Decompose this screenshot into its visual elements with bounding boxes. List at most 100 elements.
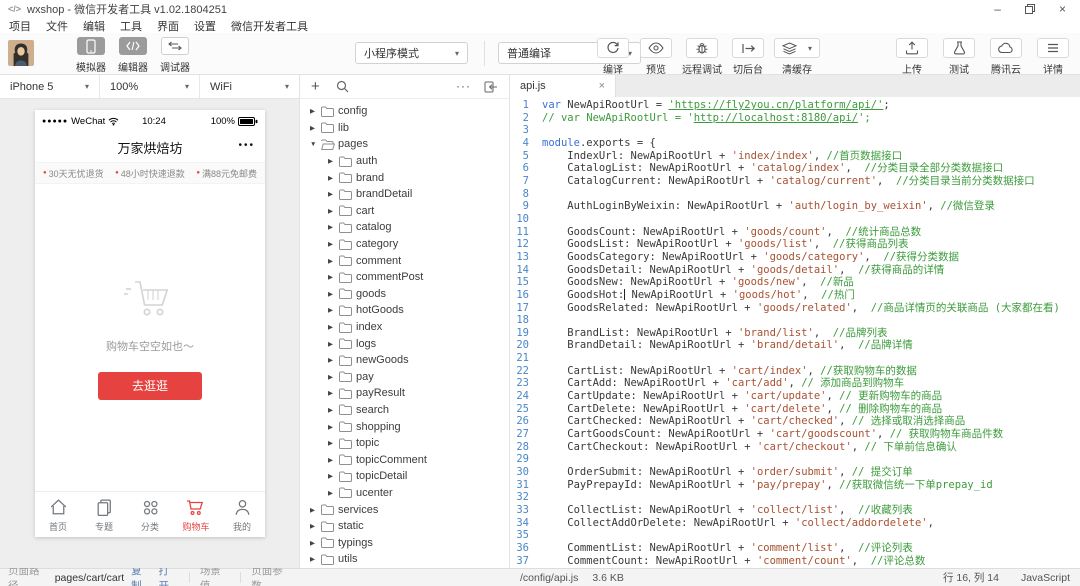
tree-item-services[interactable]: ▶services (300, 501, 509, 518)
tree-item-comment[interactable]: ▶comment (300, 252, 509, 269)
tree-item-ucenter[interactable]: ▶ucenter (300, 485, 509, 502)
tree-item-payResult[interactable]: ▶payResult (300, 385, 509, 402)
tree-item-commentPost[interactable]: ▶commentPost (300, 269, 509, 286)
menu-工具[interactable]: 工具 (120, 18, 142, 34)
code-line[interactable]: 18 (510, 314, 1080, 327)
code-line[interactable]: 1var NewApiRootUrl = 'https://fly2you.cn… (510, 99, 1080, 112)
code-line[interactable]: 29 (510, 453, 1080, 466)
mode-select[interactable]: 小程序模式 ▾ (355, 42, 468, 64)
tree-item-cart[interactable]: ▶cart (300, 203, 509, 220)
code-line[interactable]: 26 CartChecked: NewApiRootUrl + 'cart/ch… (510, 415, 1080, 428)
远程调试-button[interactable]: 远程调试 (682, 38, 722, 76)
code-line[interactable]: 30 OrderSubmit: NewApiRootUrl + 'order/s… (510, 466, 1080, 479)
tree-item-category[interactable]: ▶category (300, 236, 509, 253)
tree-item-pages[interactable]: ▼pages (300, 136, 509, 153)
tree-item-newGoods[interactable]: ▶newGoods (300, 352, 509, 369)
network-select[interactable]: WiFi ▾ (200, 75, 299, 98)
腾讯云-button[interactable]: 腾讯云 (989, 38, 1023, 76)
code-line[interactable]: 25 CartDelete: NewApiRootUrl + 'cart/del… (510, 403, 1080, 416)
close-button[interactable]: × (1059, 3, 1066, 15)
view-toggle-编辑器[interactable]: 编辑器 (112, 37, 154, 74)
code-line[interactable]: 2// var NewApiRootUrl = 'http://localhos… (510, 112, 1080, 125)
phone-tab-分类[interactable]: 分类 (127, 492, 173, 537)
code-line[interactable]: 36 CommentList: NewApiRootUrl + 'comment… (510, 542, 1080, 555)
code-line[interactable]: 6 CatalogList: NewApiRootUrl + 'catalog/… (510, 162, 1080, 175)
code-line[interactable]: 9 AuthLoginByWeixin: NewApiRootUrl + 'au… (510, 200, 1080, 213)
tree-item-goods[interactable]: ▶goods (300, 286, 509, 303)
collapse-panel-icon[interactable] (484, 81, 498, 93)
tree-item-typings[interactable]: ▶typings (300, 534, 509, 551)
menu-微信开发者工具[interactable]: 微信开发者工具 (231, 18, 308, 34)
tree-item-index[interactable]: ▶index (300, 319, 509, 336)
code-editor[interactable]: 1var NewApiRootUrl = 'https://fly2you.cn… (510, 97, 1080, 568)
tree-item-search[interactable]: ▶search (300, 402, 509, 419)
menu-项目[interactable]: 项目 (9, 18, 31, 34)
code-line[interactable]: 14 GoodsDetail: NewApiRootUrl + 'goods/d… (510, 264, 1080, 277)
tree-item-pay[interactable]: ▶pay (300, 369, 509, 386)
code-line[interactable]: 32 (510, 491, 1080, 504)
view-toggle-调试器[interactable]: 调试器 (154, 37, 196, 74)
phone-tab-我的[interactable]: 我的 (219, 492, 265, 537)
code-line[interactable]: 33 CollectList: NewApiRootUrl + 'collect… (510, 504, 1080, 517)
cursor-position[interactable]: 行 16, 列 14 (943, 570, 999, 585)
tree-item-auth[interactable]: ▶auth (300, 153, 509, 170)
tree-item-brandDetail[interactable]: ▶brandDetail (300, 186, 509, 203)
menu-dots-icon[interactable]: ••• (238, 140, 255, 151)
详情-button[interactable]: 详情 (1036, 38, 1070, 76)
go-shopping-button[interactable]: 去逛逛 (98, 372, 202, 400)
切后台-button[interactable]: 切后台 (731, 38, 765, 76)
tree-item-topicDetail[interactable]: ▶topicDetail (300, 468, 509, 485)
预览-button[interactable]: 预览 (639, 38, 673, 76)
new-file-button[interactable]: + (311, 79, 320, 94)
code-line[interactable]: 37 CommentCount: NewApiRootUrl + 'commen… (510, 555, 1080, 568)
清缓存-button[interactable]: ▾清缓存 (774, 38, 820, 76)
code-line[interactable]: 8 (510, 188, 1080, 201)
code-line[interactable]: 16 GoodsHot: NewApiRootUrl + 'goods/hot'… (510, 289, 1080, 302)
code-line[interactable]: 13 GoodsCategory: NewApiRootUrl + 'goods… (510, 251, 1080, 264)
tree-item-config[interactable]: ▶config (300, 103, 509, 120)
编译-button[interactable]: 编译 (596, 38, 630, 76)
close-tab-icon[interactable]: × (599, 80, 605, 92)
上传-button[interactable]: 上传 (895, 38, 929, 76)
code-line[interactable]: 19 BrandList: NewApiRootUrl + 'brand/lis… (510, 327, 1080, 340)
code-line[interactable]: 24 CartUpdate: NewApiRootUrl + 'cart/upd… (510, 390, 1080, 403)
phone-tab-专题[interactable]: 专题 (81, 492, 127, 537)
code-line[interactable]: 35 (510, 529, 1080, 542)
more-options-icon[interactable]: ··· (456, 84, 471, 89)
code-line[interactable]: 7 CatalogCurrent: NewApiRootUrl + 'catal… (510, 175, 1080, 188)
view-toggle-模拟器[interactable]: 模拟器 (70, 37, 112, 74)
minimize-button[interactable]: – (994, 3, 1001, 15)
tree-item-brand[interactable]: ▶brand (300, 169, 509, 186)
code-line[interactable]: 5 IndexUrl: NewApiRootUrl + 'index/index… (510, 150, 1080, 163)
zoom-select[interactable]: 100% ▾ (100, 75, 200, 98)
restore-button[interactable] (1025, 4, 1035, 14)
code-line[interactable]: 12 GoodsList: NewApiRootUrl + 'goods/lis… (510, 238, 1080, 251)
code-line[interactable]: 15 GoodsNew: NewApiRootUrl + 'goods/new'… (510, 276, 1080, 289)
code-line[interactable]: 23 CartAdd: NewApiRootUrl + 'cart/add', … (510, 377, 1080, 390)
code-line[interactable]: 20 BrandDetail: NewApiRootUrl + 'brand/d… (510, 339, 1080, 352)
code-line[interactable]: 22 CartList: NewApiRootUrl + 'cart/index… (510, 365, 1080, 378)
device-select[interactable]: iPhone 5 ▾ (0, 75, 100, 98)
menu-界面[interactable]: 界面 (157, 18, 179, 34)
code-line[interactable]: 27 CartGoodsCount: NewApiRootUrl + 'cart… (510, 428, 1080, 441)
menu-设置[interactable]: 设置 (194, 18, 216, 34)
tree-item-lib[interactable]: ▶lib (300, 120, 509, 137)
测试-button[interactable]: 测试 (942, 38, 976, 76)
tree-item-topicComment[interactable]: ▶topicComment (300, 451, 509, 468)
code-line[interactable]: 21 (510, 352, 1080, 365)
code-line[interactable]: 11 GoodsCount: NewApiRootUrl + 'goods/co… (510, 226, 1080, 239)
menu-文件[interactable]: 文件 (46, 18, 68, 34)
tree-item-shopping[interactable]: ▶shopping (300, 418, 509, 435)
phone-tab-首页[interactable]: 首页 (35, 492, 81, 537)
language-mode[interactable]: JavaScript (1021, 572, 1070, 584)
user-avatar[interactable] (8, 40, 34, 66)
tree-item-logs[interactable]: ▶logs (300, 335, 509, 352)
tree-item-utils[interactable]: ▶utils (300, 551, 509, 568)
code-line[interactable]: 28 CartCheckout: NewApiRootUrl + 'cart/c… (510, 441, 1080, 454)
code-line[interactable]: 10 (510, 213, 1080, 226)
tree-item-topic[interactable]: ▶topic (300, 435, 509, 452)
tree-item-catalog[interactable]: ▶catalog (300, 219, 509, 236)
menu-编辑[interactable]: 编辑 (83, 18, 105, 34)
code-line[interactable]: 4module.exports = { (510, 137, 1080, 150)
code-line[interactable]: 34 CollectAddOrDelete: NewApiRootUrl + '… (510, 517, 1080, 530)
